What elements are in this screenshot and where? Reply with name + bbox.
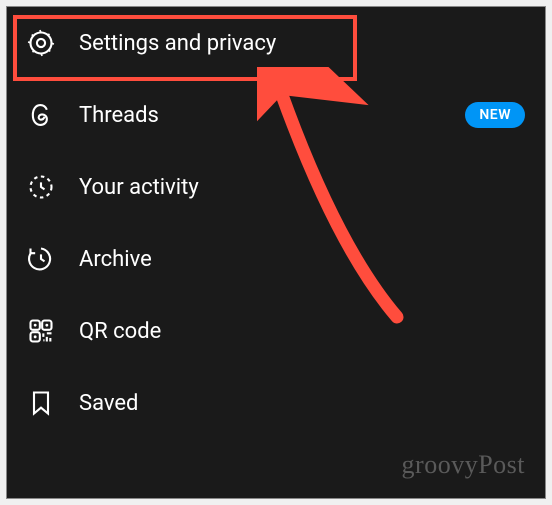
threads-icon — [27, 101, 55, 129]
activity-clock-icon — [27, 173, 55, 201]
bookmark-icon — [27, 389, 55, 417]
gear-icon — [27, 29, 55, 57]
menu-label-archive: Archive — [79, 247, 525, 272]
menu-label-settings: Settings and privacy — [79, 31, 525, 56]
menu-label-activity: Your activity — [79, 175, 525, 200]
menu-item-settings-privacy[interactable]: Settings and privacy — [7, 7, 545, 79]
menu-item-saved[interactable]: Saved — [7, 367, 545, 439]
menu-label-saved: Saved — [79, 391, 525, 416]
qr-code-icon — [27, 317, 55, 345]
menu-item-qr-code[interactable]: QR code — [7, 295, 545, 367]
menu-item-threads[interactable]: Threads NEW — [7, 79, 545, 151]
archive-clock-icon — [27, 245, 55, 273]
menu-label-qr: QR code — [79, 319, 525, 344]
watermark: groovyPost — [402, 450, 525, 480]
menu-item-your-activity[interactable]: Your activity — [7, 151, 545, 223]
menu-item-archive[interactable]: Archive — [7, 223, 545, 295]
new-badge: NEW — [465, 102, 525, 128]
menu-label-threads: Threads — [79, 103, 441, 128]
